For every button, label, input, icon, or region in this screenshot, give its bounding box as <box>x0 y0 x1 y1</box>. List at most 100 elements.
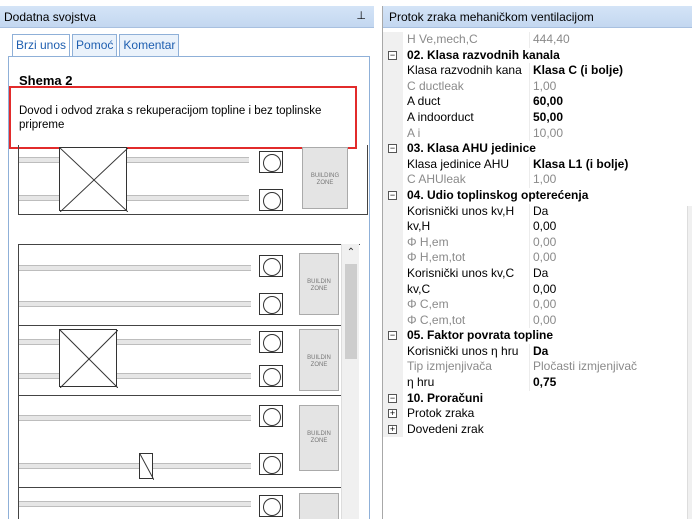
property-row[interactable]: A i 10,00 <box>383 125 685 142</box>
panel-title-bar: Dodatna svojstva ⊥ <box>0 6 374 28</box>
column-divider <box>529 297 530 313</box>
section-header[interactable]: −04. Udio toplinskog opterećenja <box>383 187 685 204</box>
building-zone: BUILDIN ZONE <box>299 329 339 391</box>
collapse-icon[interactable]: − <box>388 50 397 60</box>
property-value[interactable]: 0,00 <box>533 250 685 266</box>
expand-icon[interactable]: + <box>388 409 397 419</box>
property-row[interactable]: Korisnički unos η hru Da <box>383 343 685 360</box>
property-value[interactable]: Da <box>533 266 685 282</box>
schema-list-scrollbar[interactable]: ⌃ <box>341 244 359 519</box>
property-row[interactable]: Klasa jedinice AHU Klasa L1 (i bolje) <box>383 156 685 173</box>
column-divider <box>529 172 530 188</box>
property-row[interactable]: C AHUleak 1,00 <box>383 172 685 188</box>
filter-icon <box>139 453 155 481</box>
property-value[interactable]: 1,00 <box>533 79 685 95</box>
exhaust-duct <box>19 195 249 201</box>
column-divider <box>529 250 530 266</box>
duct <box>19 301 251 307</box>
section-header[interactable]: −02. Klasa razvodnih kanala <box>383 47 685 64</box>
property-value[interactable]: 0,00 <box>533 313 685 329</box>
collapse-icon[interactable]: − <box>388 190 397 200</box>
property-name: 02. Klasa razvodnih kanala <box>407 47 560 62</box>
property-row[interactable]: A indoorduct 50,00 <box>383 109 685 126</box>
property-row[interactable]: Φ C,em,tot 0,00 <box>383 312 685 329</box>
fan-icon <box>259 293 283 315</box>
property-value[interactable]: 0,00 <box>533 297 685 313</box>
row-gutter <box>383 281 403 298</box>
property-name: 10. Proračuni <box>407 390 484 405</box>
property-value[interactable]: Klasa L1 (i bolje) <box>533 157 685 173</box>
row-gutter <box>383 109 403 126</box>
duct <box>19 463 251 469</box>
property-row[interactable]: Φ H,em,tot 0,00 <box>383 250 685 266</box>
property-row[interactable]: Φ H,em 0,00 <box>383 234 685 251</box>
tab-comment[interactable]: Komentar <box>119 34 180 56</box>
tab-help[interactable]: Pomoć <box>72 34 118 56</box>
property-name: Klasa jedinice AHU <box>407 156 510 171</box>
property-value[interactable]: 1,00 <box>533 172 685 188</box>
duct <box>19 415 251 421</box>
property-row[interactable]: H Ve,mech,C 444,40 <box>383 32 685 48</box>
section-header[interactable]: −03. Klasa AHU jedinice <box>383 141 685 157</box>
property-value[interactable]: 50,00 <box>533 110 685 126</box>
pin-icon[interactable]: ⊥ <box>356 9 366 22</box>
column-divider <box>529 281 530 298</box>
fan-icon <box>259 405 283 427</box>
property-value[interactable]: 444,40 <box>533 32 685 48</box>
property-value[interactable]: Da <box>533 204 685 220</box>
heat-exchanger-icon <box>59 329 119 389</box>
property-row[interactable]: Φ C,em 0,00 <box>383 297 685 313</box>
property-value[interactable]: 0,00 <box>533 219 685 235</box>
collapse-icon[interactable]: − <box>388 393 397 403</box>
property-grid-scrollbar[interactable] <box>687 206 692 519</box>
scroll-up-icon[interactable]: ⌃ <box>342 244 360 262</box>
row-gutter <box>383 234 403 251</box>
row-gutter <box>383 219 403 235</box>
property-name: η hru <box>407 375 435 390</box>
column-divider <box>529 219 530 235</box>
duct <box>19 339 251 345</box>
property-row[interactable]: η hru 0,75 <box>383 375 685 391</box>
row-gutter <box>383 172 403 188</box>
property-value[interactable]: Pločasti izmjenjivač <box>533 359 685 375</box>
heat-exchanger-icon <box>59 147 129 213</box>
property-value[interactable]: Klasa C (i bolje) <box>533 63 685 79</box>
property-name: H Ve,mech,C <box>407 32 478 46</box>
row-gutter <box>383 94 403 110</box>
section-header[interactable]: −10. Proračuni <box>383 390 685 407</box>
section-header[interactable]: + Dovedeni zrak <box>383 421 685 438</box>
tab-quick-input[interactable]: Brzi unos <box>12 34 71 56</box>
schema-list[interactable]: BUILDIN ZONE BUILDIN ZONE BUILDIN ZONE <box>18 244 360 519</box>
property-row[interactable]: Tip izmjenjivača Pločasti izmjenjivač <box>383 359 685 376</box>
column-divider <box>529 63 530 79</box>
property-row[interactable]: A duct 60,00 <box>383 94 685 110</box>
property-name: Tip izmjenjivača <box>407 359 492 374</box>
property-row[interactable]: Korisnički unos kv,H Da <box>383 203 685 220</box>
property-value[interactable]: 0,00 <box>533 282 685 298</box>
fan-icon <box>259 151 283 173</box>
row-gutter <box>383 265 403 282</box>
column-divider <box>529 203 530 220</box>
scroll-thumb[interactable] <box>345 264 357 359</box>
property-value[interactable]: 10,00 <box>533 126 685 142</box>
schema-diagram[interactable]: BUILDING ZONE <box>18 145 368 215</box>
collapse-icon[interactable]: − <box>388 331 397 341</box>
column-divider <box>529 312 530 329</box>
property-row[interactable]: kv,H 0,00 <box>383 219 685 235</box>
property-value[interactable]: 60,00 <box>533 94 685 110</box>
collapse-icon[interactable]: − <box>388 144 397 154</box>
duct <box>19 265 251 271</box>
property-row[interactable]: Klasa razvodnih kana Klasa C (i bolje) <box>383 63 685 79</box>
property-value[interactable]: Da <box>533 344 685 360</box>
property-value[interactable]: 0,75 <box>533 375 685 391</box>
section-header[interactable]: + Protok zraka <box>383 406 685 422</box>
expand-icon[interactable]: + <box>388 424 397 434</box>
row-gutter <box>383 375 403 391</box>
property-name: A indoorduct <box>407 109 474 124</box>
section-header[interactable]: −05. Faktor povrata topline <box>383 328 685 344</box>
property-row[interactable]: kv,C 0,00 <box>383 281 685 298</box>
property-value[interactable]: 0,00 <box>533 235 685 251</box>
property-row[interactable]: Korisnički unos kv,C Da <box>383 265 685 282</box>
property-row[interactable]: C ductleak 1,00 <box>383 78 685 95</box>
property-name: kv,C <box>407 281 431 296</box>
